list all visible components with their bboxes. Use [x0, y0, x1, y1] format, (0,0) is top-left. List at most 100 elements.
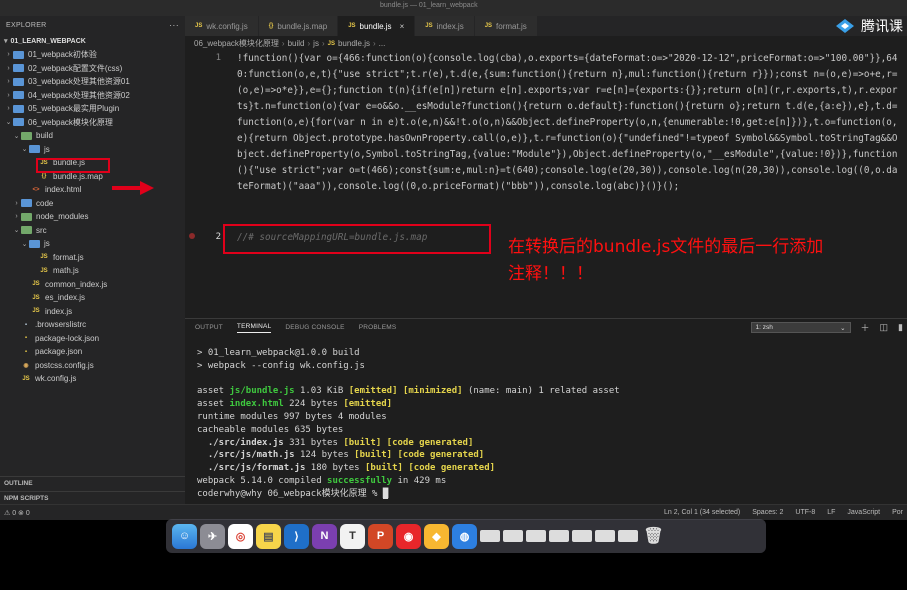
encoding[interactable]: UTF-8	[795, 509, 815, 516]
tab-output[interactable]: OUTPUT	[195, 324, 223, 331]
js-file-icon: JS	[22, 375, 30, 382]
terminal-tag: [built]	[343, 437, 382, 448]
npm-file-icon: ▪	[24, 335, 28, 342]
tree-item[interactable]: › node_modules	[0, 210, 185, 224]
outline-section[interactable]: OUTLINE	[0, 476, 185, 489]
launchpad-icon[interactable]: ✈	[200, 523, 225, 549]
tree-item[interactable]: ⌄ js	[0, 143, 185, 157]
tab-label: format.js	[496, 21, 527, 31]
tree-item[interactable]: ▪ package-lock.json	[0, 332, 185, 346]
tab-wk-config[interactable]: JS wk.config.js	[185, 16, 259, 36]
chrome-icon[interactable]: ◎	[228, 523, 253, 549]
language-mode[interactable]: JavaScript	[847, 509, 880, 516]
chevron-down-icon: ⌄	[5, 119, 12, 127]
terminal-asset-name: js/bundle.js	[229, 386, 295, 397]
window-thumbnail-icon[interactable]	[526, 530, 546, 542]
window-thumbnail-icon[interactable]	[549, 530, 569, 542]
trash-icon[interactable]: ▮	[898, 322, 903, 333]
tree-item[interactable]: ▪ package.json	[0, 345, 185, 359]
indentation[interactable]: Spaces: 2	[752, 509, 783, 516]
tree-item[interactable]: JS index.js	[0, 305, 185, 319]
code-line-1[interactable]: !function(){var o={466:function(o){conso…	[237, 51, 902, 195]
tree-item[interactable]: › 04_webpack处理其他资源02	[0, 89, 185, 103]
tree-item[interactable]: ⌄ src	[0, 224, 185, 238]
tree-item[interactable]: JS format.js	[0, 251, 185, 265]
split-terminal-icon[interactable]: ◫	[880, 322, 889, 333]
terminal-output[interactable]: > 01_learn_webpack@1.0.0 build > webpack…	[197, 347, 620, 501]
notes-icon[interactable]: ▤	[256, 523, 281, 549]
close-icon[interactable]: ×	[400, 22, 405, 31]
problems-count[interactable]: ⚠ 0 ⊗ 0	[0, 509, 30, 517]
npm-scripts-section[interactable]: NPM SCRIPTS	[0, 491, 185, 504]
sketch-icon[interactable]: ◆	[424, 523, 449, 549]
tree-item[interactable]: › 03_webpack处理其他资源01	[0, 75, 185, 89]
tree-item[interactable]: JS wk.config.js	[0, 372, 185, 386]
terminal-text: 180 bytes	[305, 463, 365, 474]
status-extra[interactable]: Por	[892, 509, 903, 516]
trash-icon[interactable]: 🗑	[641, 524, 666, 549]
tree-item[interactable]: › 05_webpack最实用Plugin	[0, 102, 185, 116]
tree-item[interactable]: <> index.html	[0, 183, 185, 197]
shell-select[interactable]: 1: zsh ⌄	[750, 322, 851, 333]
terminal-text: asset	[197, 386, 230, 397]
chevron-down-icon: ⌄	[21, 146, 28, 154]
netease-music-icon[interactable]: ◉	[396, 523, 421, 549]
tree-item[interactable]: ⌄ 06_webpack模块化原理	[0, 116, 185, 130]
window-thumbnail-icon[interactable]	[572, 530, 592, 542]
tree-item-label: 05_webpack最实用Plugin	[28, 104, 120, 114]
tree-item[interactable]: ▪ .browserslistrc	[0, 318, 185, 332]
terminal-tag: [built]	[354, 450, 393, 461]
typora-icon[interactable]: T	[340, 523, 365, 549]
breadcrumb-item[interactable]: 06_webpack模块化原理	[194, 38, 279, 49]
tab-bundle-js[interactable]: JS bundle.js ×	[338, 16, 416, 36]
tab-problems[interactable]: PROBLEMS	[359, 324, 397, 331]
window-thumbnail-icon[interactable]	[595, 530, 615, 542]
add-terminal-icon[interactable]: ＋	[861, 321, 870, 334]
folder-icon	[13, 64, 24, 73]
tab-format-js[interactable]: JS format.js	[474, 16, 538, 36]
tab-bundle-map[interactable]: {} bundle.js.map	[258, 16, 339, 36]
json-file-icon: {}	[41, 173, 47, 180]
npm-scripts-label: NPM SCRIPTS	[4, 494, 49, 502]
terminal-prompt: coderwhy@why 06_webpack模块化原理 %	[197, 488, 383, 499]
tree-item[interactable]: › code	[0, 197, 185, 211]
tab-index-js[interactable]: JS index.js	[415, 16, 475, 36]
tab-debug-console[interactable]: DEBUG CONSOLE	[285, 324, 344, 331]
tree-item-label: build	[36, 131, 53, 141]
chevron-right-icon: ›	[7, 91, 10, 99]
tree-item[interactable]: JS common_index.js	[0, 278, 185, 292]
breadcrumb-item[interactable]: bundle.js	[338, 39, 370, 48]
vscode-icon[interactable]: ⟩	[284, 523, 309, 549]
tree-item[interactable]: ⌄ js	[0, 237, 185, 251]
breadcrumb-item[interactable]: ...	[379, 39, 386, 48]
onenote-icon[interactable]: N	[312, 523, 337, 549]
qq-icon[interactable]: ◍	[452, 523, 477, 549]
breadcrumb-item[interactable]: build	[288, 39, 305, 48]
more-actions-icon[interactable]: ···	[169, 20, 179, 30]
workspace-root[interactable]: ▾ 01_LEARN_WEBPACK	[0, 34, 185, 48]
js-file-icon: JS	[425, 23, 433, 29]
terminal-cursor: █	[382, 488, 389, 499]
window-thumbnail-icon[interactable]	[503, 530, 523, 542]
chevron-right-icon: ›	[7, 64, 10, 72]
tree-item[interactable]: › 01_webpack初体验	[0, 48, 185, 62]
tree-item[interactable]: JS es_index.js	[0, 291, 185, 305]
line-ending[interactable]: LF	[827, 509, 835, 516]
terminal-module: ./src/js/math.js	[207, 450, 295, 461]
window-thumbnail-icon[interactable]	[618, 530, 638, 542]
tab-terminal[interactable]: TERMINAL	[236, 323, 272, 333]
breadcrumb-item[interactable]: js	[313, 39, 319, 48]
finder-icon[interactable]: ☺	[172, 523, 197, 549]
tree-item[interactable]: ⌄ build	[0, 129, 185, 143]
tree-item-label: format.js	[53, 252, 84, 262]
tree-item[interactable]: ◉ postcss.config.js	[0, 359, 185, 373]
brand-watermark: 腾讯课	[829, 16, 907, 36]
window-thumbnail-icon[interactable]	[480, 530, 500, 542]
tree-item[interactable]: › 02_webpack配置文件(css)	[0, 62, 185, 76]
chevron-right-icon: ›	[15, 213, 18, 221]
cursor-position[interactable]: Ln 2, Col 1 (34 selected)	[664, 509, 740, 516]
app-window: bundle.js — 01_learn_webpack EXPLORER ··…	[0, 0, 907, 520]
tree-item[interactable]: JS math.js	[0, 264, 185, 278]
terminal-tag: [minimized]	[402, 386, 463, 397]
powerpoint-icon[interactable]: P	[368, 523, 393, 549]
